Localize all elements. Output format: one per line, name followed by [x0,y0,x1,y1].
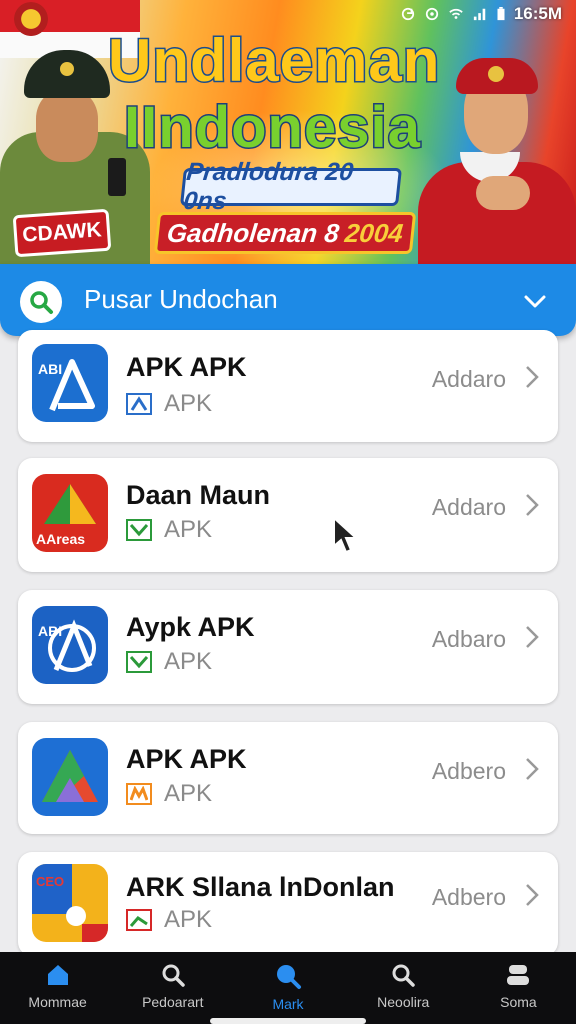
app-icon: ABI [32,606,108,684]
banner-date-text: Gadholenan 8 [165,217,341,248]
app-action-label[interactable]: Adbero [432,758,506,785]
home-icon [47,965,68,985]
apk-tag-icon [126,519,152,541]
app-name: APK APK [126,352,247,382]
home-indicator[interactable] [210,1018,366,1024]
nav-item-profile[interactable]: Soma [461,952,576,1024]
app-action-label[interactable]: Adbaro [432,626,506,653]
search-bar[interactable]: Pusar Undochan [0,264,576,336]
app-type-label: APK [164,906,213,933]
sync-icon [401,7,414,21]
app-action-label[interactable]: Adbero [432,884,506,911]
app-subtitle: APK [126,390,212,418]
app-icon [32,738,108,816]
app-name: APK APK [126,744,247,774]
status-time: 16:5M [513,4,562,23]
search-button[interactable] [20,281,62,323]
apk-tag-icon [126,909,152,931]
search-icon [277,965,301,989]
promo-banner[interactable]: Undlaeman IIndonesia Pradlodura 20 0ns G… [0,0,576,268]
chevron-down-icon[interactable] [522,288,548,314]
app-icon-text: CEO [36,874,64,889]
list-item[interactable]: CEO ARK Sllana lnDonlan APK Adbero [18,852,558,956]
app-icon: AAreas [32,474,108,552]
mouse-cursor-icon [333,516,359,554]
app-type-label: APK [164,648,213,675]
app-icon-text: ABI [38,361,62,377]
app-type-label: APK [164,780,213,807]
battery-icon [497,7,505,21]
app-type-label: APK [164,390,213,417]
nav-label: Soma [500,994,537,1010]
app-subtitle: APK [126,906,212,934]
search-icon [30,291,53,314]
app-subtitle: APK [126,516,212,544]
signal-icon [473,8,486,21]
chevron-right-icon[interactable] [522,756,542,782]
app-action-label[interactable]: Addaro [432,366,506,393]
banner-date-ribbon: Gadholenan 8 2004 [153,212,417,254]
banner-title-line2: IIndonesia [123,94,422,162]
app-name: Aypk APK [126,612,255,642]
app-type-label: APK [164,516,213,543]
status-bar: 16:5M [356,0,576,28]
nav-item-home[interactable]: Mommae [0,952,115,1024]
list-item[interactable]: ABI APK APK APK Addaro [18,330,558,442]
banner-date-year: 2004 [343,217,405,248]
nav-item-updates[interactable]: Neoolira [346,952,461,1024]
app-name: Daan Maun [126,480,271,510]
chevron-right-icon[interactable] [522,882,542,908]
app-name: ARK Sllana lnDonlan [126,872,395,902]
nav-label: Neoolira [377,994,430,1010]
nav-label: Pedoarart [142,994,204,1010]
chevron-right-icon[interactable] [522,364,542,390]
apk-tag-icon [126,651,152,673]
search-label[interactable]: Pusar Undochan [84,284,278,315]
nav-label: Mommae [28,994,87,1010]
app-subtitle: APK [126,648,212,676]
bottom-navigation: Mommae Pedoarart Mark Neoolira Soma [0,952,576,1024]
app-subtitle: APK [126,780,212,808]
list-item[interactable]: AAreas Daan Maun APK Addaro [18,458,558,572]
apk-tag-icon [126,393,152,415]
data-saver-icon [425,7,438,21]
profile-icon [507,965,530,985]
banner-left-badge: CDAWK [12,208,112,258]
nav-item-explore[interactable]: Pedoarart [115,952,230,1024]
banner-subtitle-text: Pradlodura 20 0ns [182,158,355,215]
apk-tag-icon [126,783,152,805]
search-icon [162,964,185,987]
app-icon-text: AAreas [36,531,85,547]
garuda-emblem-icon [14,2,48,36]
nav-label: Mark [272,996,304,1012]
chevron-right-icon[interactable] [522,492,542,518]
app-action-label[interactable]: Addaro [432,494,506,521]
nav-item-search-active[interactable]: Mark [230,952,345,1024]
app-icon: CEO [32,864,108,942]
banner-title-line1: Undlaeman [106,26,441,96]
wifi-icon [449,8,463,19]
app-icon: ABI [32,344,108,422]
list-item[interactable]: ABI Aypk APK APK Adbaro [18,590,558,704]
list-item[interactable]: APK APK APK Adbero [18,722,558,834]
search-icon [392,964,415,987]
banner-subtitle: Pradlodura 20 0ns [180,158,402,215]
chevron-right-icon[interactable] [522,624,542,650]
